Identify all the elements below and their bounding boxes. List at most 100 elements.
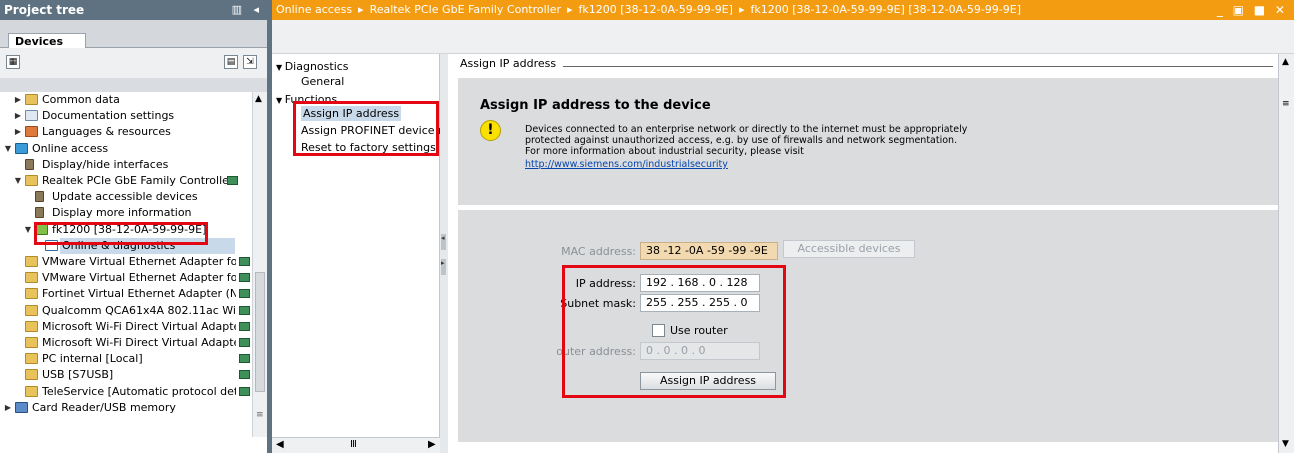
breadcrumb-item[interactable]: Online access — [276, 3, 352, 16]
network-status-icon — [239, 354, 250, 364]
expand-arrow-icon[interactable]: ▶ — [14, 108, 22, 124]
tree-item[interactable]: ▶ Languages & resources — [0, 124, 252, 140]
nav-assign-profinet[interactable]: Assign PROFINET device na... — [301, 123, 462, 138]
tree-item[interactable]: Display more information — [0, 205, 252, 221]
breadcrumb: Online access ▸ Realtek PCIe GbE Family Co… — [272, 0, 1294, 20]
collapse-panel-icon[interactable]: ▥ ◂ — [232, 0, 263, 20]
tree-item[interactable]: PC internal [Local] — [0, 351, 252, 367]
collapse-arrow-icon[interactable]: ▼ — [24, 222, 32, 238]
nav-general[interactable]: General — [301, 74, 344, 89]
accessible-devices-button[interactable]: Accessible devices — [783, 240, 915, 258]
ip-label: IP address: — [575, 277, 636, 290]
ip-form-section: MAC address: 38 -12 -0A -59 -99 -9E Acce… — [458, 210, 1278, 442]
tree-item-label: Realtek PCIe GbE Family Controller — [42, 174, 234, 187]
tree-item-label: USB [S7USB] — [42, 368, 114, 382]
router-address-input[interactable]: 0 . 0 . 0 . 0 — [640, 342, 760, 360]
tree-item-label: Display/hide interfaces — [42, 157, 169, 171]
editor-toolbar — [272, 20, 1294, 54]
nav-splitter[interactable]: ◂ ▸ — [440, 54, 448, 453]
assign-ip-button[interactable]: Assign IP address — [640, 372, 776, 390]
mac-label: MAC address: — [561, 245, 636, 258]
tree-separator — [0, 78, 267, 92]
devices-tabbar: Devices — [0, 20, 267, 49]
expand-arrow-icon[interactable]: ▶ — [4, 400, 12, 416]
network-status-icon — [239, 289, 250, 299]
splitter-handle-icon[interactable]: ◂ — [441, 234, 446, 250]
tree-item[interactable]: Fortinet Virtual Ethernet Adapter (NDI..… — [0, 286, 252, 302]
export-icon[interactable]: ⇲ — [243, 55, 257, 69]
nav-functions[interactable]: ▼ Functions — [276, 92, 337, 107]
scroll-left-icon[interactable]: ◀ — [276, 439, 284, 450]
adapter-icon — [25, 385, 38, 397]
tree-item[interactable]: ▶ Common data — [0, 92, 252, 108]
tree-item[interactable]: TeleService [Automatic protocol dete... — [0, 384, 252, 400]
tree-item[interactable]: ▼ Realtek PCIe GbE Family Controller — [0, 173, 252, 189]
adapter-icon — [25, 175, 38, 186]
project-tree-header: Project tree ▥ ◂ — [0, 0, 267, 20]
tree-item[interactable]: Online & diagnostics — [45, 237, 235, 254]
tree-item-label: Display more information — [52, 206, 192, 220]
tree-toolbar: ▦ ▤ ⇲ — [0, 48, 267, 78]
tree-item[interactable]: ▼ fk1200 [38-12-0A-59-99-9E] — [0, 222, 252, 238]
tree-item[interactable]: Update accessible devices — [0, 189, 252, 205]
adapter-icon — [25, 337, 38, 348]
tree-item[interactable]: Qualcomm QCA61x4A 802.11ac Wir... — [0, 303, 252, 319]
tree-item[interactable]: VMware Virtual Ethernet Adapter for ... — [0, 254, 252, 270]
project-tree-title: Project tree — [4, 3, 85, 17]
tree-item-label: VMware Virtual Ethernet Adapter for ... — [42, 255, 236, 268]
tree-item[interactable]: Microsoft Wi-Fi Direct Virtual Adapter..… — [0, 319, 252, 335]
scroll-up-icon[interactable]: ▲ — [1282, 57, 1289, 67]
folder-icon — [25, 94, 38, 105]
nav-reset-factory[interactable]: Reset to factory settings — [301, 140, 436, 155]
tree-item[interactable]: Microsoft Wi-Fi Direct Virtual Adapter..… — [0, 335, 252, 351]
collapse-arrow-icon[interactable]: ▼ — [4, 141, 12, 157]
use-router-label: Use router — [670, 324, 728, 337]
ip-address-input[interactable]: 192 . 168 . 0 . 128 — [640, 274, 760, 292]
breadcrumb-item[interactable]: fk1200 [38-12-0A-59-99-9E] — [579, 3, 733, 16]
tree-scrollbar[interactable]: ▲ ≡ — [252, 92, 267, 437]
mac-address-field: 38 -12 -0A -59 -99 -9E — [640, 242, 778, 260]
breadcrumb-item[interactable]: Realtek PCIe GbE Family Controller — [370, 3, 561, 16]
tab-devices[interactable]: Devices — [8, 33, 86, 49]
security-link[interactable]: http://www.siemens.com/industrialsecurit… — [525, 159, 728, 170]
tree-item[interactable]: VMware Virtual Ethernet Adapter for ... — [0, 270, 252, 286]
splitter-handle-icon[interactable]: ▸ — [441, 259, 446, 275]
tree-item-label: Online access — [32, 141, 109, 155]
scroll-right-icon[interactable]: ▶ — [428, 439, 436, 450]
nav-diagnostics[interactable]: ▼ Diagnostics — [276, 59, 349, 74]
table-view-icon[interactable]: ▤ — [224, 55, 238, 69]
warning-text-line: Devices connected to an enterprise netwo… — [525, 124, 968, 135]
subnet-mask-input[interactable]: 255 . 255 . 255 . 0 — [640, 294, 760, 312]
content-scrollbar[interactable]: ▲ ≡ ▼ — [1278, 54, 1294, 453]
tree-item-label: Microsoft Wi-Fi Direct Virtual Adapter..… — [42, 336, 236, 349]
scroll-thumb[interactable] — [255, 272, 265, 392]
breadcrumb-text: Online access ▸ Realtek PCIe GbE Family Co… — [276, 3, 1021, 16]
network-status-icon — [227, 176, 238, 185]
expand-arrow-icon: ▼ — [276, 96, 285, 105]
warning-text-line: For more information about industrial se… — [525, 146, 804, 157]
warning-icon: ! — [480, 120, 501, 141]
tree-item[interactable]: ▶ Documentation settings — [0, 108, 252, 124]
scroll-grip-icon: ≡ — [1282, 99, 1290, 109]
network-view-icon[interactable]: ▦ — [6, 55, 20, 69]
tree-item[interactable]: ▶ Card Reader/USB memory — [0, 400, 252, 416]
tree-list: ▶ Common data ▶ Documentation settings ▶ Lang… — [0, 92, 252, 437]
adapter-icon — [25, 272, 38, 284]
window-controls[interactable]: _ ▣ ■ ✕ — [1217, 0, 1288, 20]
breadcrumb-separator-icon: ▸ — [567, 3, 573, 16]
nav-horizontal-scrollbar[interactable]: ◀ Ⅲ ▶ — [272, 437, 440, 453]
use-router-checkbox[interactable] — [652, 324, 665, 337]
scroll-up-icon[interactable]: ▲ — [255, 94, 262, 104]
expand-arrow-icon[interactable]: ▶ — [14, 124, 22, 140]
network-status-icon — [239, 386, 250, 396]
expand-arrow-icon[interactable]: ▶ — [14, 92, 22, 108]
tree-item[interactable]: USB [S7USB] — [0, 367, 252, 383]
nav-assign-ip[interactable]: Assign IP address — [301, 106, 402, 121]
breadcrumb-item[interactable]: fk1200 [38-12-0A-59-99-9E] [38-12-0A-59-… — [750, 3, 1021, 16]
scroll-down-icon[interactable]: ▼ — [1282, 439, 1289, 449]
tree-item[interactable]: Display/hide interfaces — [0, 157, 252, 173]
tree-item-label: Qualcomm QCA61x4A 802.11ac Wir... — [42, 303, 236, 317]
collapse-arrow-icon[interactable]: ▼ — [14, 173, 22, 189]
network-status-icon — [239, 370, 250, 380]
tree-item[interactable]: ▼ Online access — [0, 141, 252, 157]
